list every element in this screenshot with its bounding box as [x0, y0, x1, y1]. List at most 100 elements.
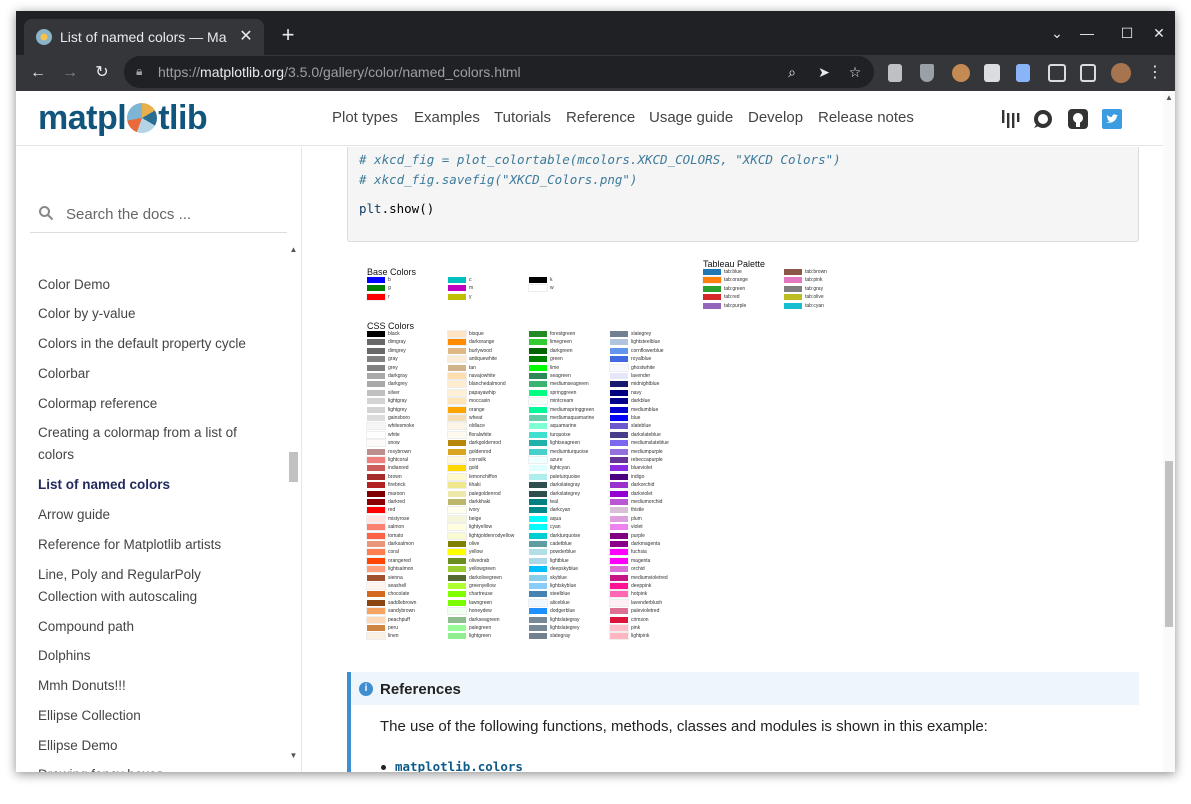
color-swatch	[610, 499, 628, 505]
color-swatch	[448, 499, 466, 505]
color-name-label: fuchsia	[631, 549, 647, 556]
maximize-icon[interactable]: ☐	[1117, 23, 1137, 43]
page-scroll-up-icon[interactable]: ▲	[1165, 94, 1173, 102]
twitter-icon[interactable]	[1101, 108, 1123, 130]
color-name-label: oldlace	[469, 423, 485, 430]
nav-develop[interactable]: Develop	[748, 109, 803, 126]
flask-extension-icon[interactable]	[1016, 64, 1030, 82]
sidebar-item-list-of-named-colors[interactable]: List of named colors	[38, 474, 278, 496]
sidebar-item-ellipse-demo[interactable]: Ellipse Demo	[38, 735, 278, 757]
color-swatch	[610, 532, 628, 539]
menu-kebab-icon[interactable]: ⋮	[1143, 61, 1167, 85]
color-swatch	[366, 556, 386, 565]
reader-extension-icon[interactable]	[888, 64, 902, 82]
minimize-icon[interactable]: —	[1077, 23, 1097, 43]
color-swatch	[610, 373, 628, 379]
page-scroll-thumb[interactable]	[1165, 461, 1173, 627]
sidebar-item-colors-default-cycle[interactable]: Colors in the default property cycle	[38, 333, 278, 355]
color-swatch	[610, 566, 628, 573]
color-swatch	[529, 339, 547, 346]
color-name-label: slateblue	[631, 423, 652, 430]
send-icon[interactable]: ➤	[814, 62, 834, 82]
sidebar-scroll-thumb[interactable]	[289, 452, 298, 482]
forward-icon[interactable]: →	[58, 61, 82, 85]
sidebar-item-colorbar[interactable]: Colorbar	[38, 363, 278, 385]
sidebar-item-arrow-guide[interactable]: Arrow guide	[38, 504, 278, 526]
color-name-label: darksalmon	[388, 541, 414, 547]
url-text[interactable]: https://matplotlib.org/3.5.0/gallery/col…	[158, 64, 521, 80]
discourse-icon[interactable]	[1032, 108, 1054, 130]
color-swatch	[610, 448, 628, 455]
cast-icon[interactable]	[1048, 64, 1066, 82]
color-name-label: lightblue	[550, 557, 569, 564]
reload-icon[interactable]: ↻	[90, 61, 114, 85]
color-swatch	[610, 524, 628, 531]
color-swatch	[448, 583, 466, 589]
puzzle-extension-icon[interactable]	[984, 64, 1000, 82]
named-colors-figure: Base Colors Tableau Palette CSS Colors b…	[347, 257, 847, 647]
page-scrollbar[interactable]: ▲	[1163, 91, 1175, 772]
color-name-label: steelblue	[550, 591, 571, 598]
sidebar-item-creating-colormap[interactable]: Creating a colormap from a list of color…	[38, 422, 253, 466]
sidebar-item-mmh-donuts[interactable]: Mmh Donuts!!!	[38, 675, 278, 697]
sidebar-item-reference-artists[interactable]: Reference for Matplotlib artists	[38, 534, 278, 556]
nav-tutorials[interactable]: Tutorials	[494, 109, 551, 126]
sidebar-item-color-demo[interactable]: Color Demo	[38, 274, 278, 296]
color-swatch	[366, 582, 386, 590]
color-swatch	[367, 448, 385, 455]
search-box[interactable]	[30, 195, 287, 233]
color-swatch	[529, 415, 547, 421]
browser-tab[interactable]: List of named colors — Ma ✕	[24, 19, 264, 55]
github-icon[interactable]	[1067, 108, 1089, 130]
sidebar-item-color-by-y-value[interactable]: Color by y-value	[38, 303, 278, 325]
tab-search-chevron-icon[interactable]: ⌄	[1047, 23, 1067, 43]
color-swatch	[366, 531, 386, 540]
address-bar[interactable]: 🔒︎ https://matplotlib.org/3.5.0/gallery/…	[124, 56, 874, 88]
sidebar-item-dolphins[interactable]: Dolphins	[38, 645, 278, 667]
color-swatch	[529, 465, 547, 472]
close-window-icon[interactable]: ✕	[1149, 23, 1169, 43]
scroll-up-arrow-icon[interactable]: ▲	[289, 245, 298, 254]
close-tab-icon[interactable]: ✕	[236, 27, 256, 47]
nav-reference[interactable]: Reference	[566, 109, 635, 126]
nav-release-notes[interactable]: Release notes	[818, 109, 914, 126]
color-name-label: palevioletred	[631, 608, 660, 615]
sidebar-item-drawing-fancy-boxes[interactable]: Drawing fancy boxes	[38, 764, 278, 772]
nav-plot-types[interactable]: Plot types	[332, 109, 398, 126]
color-swatch	[529, 431, 547, 438]
matplotlib-colors-link[interactable]: matplotlib.colors	[395, 759, 523, 772]
nav-usage-guide[interactable]: Usage guide	[649, 109, 733, 126]
bookmark-star-icon[interactable]: ☆	[845, 62, 865, 82]
nav-examples[interactable]: Examples	[414, 109, 480, 126]
back-icon[interactable]: ←	[26, 61, 50, 85]
color-swatch	[609, 598, 629, 607]
color-swatch	[529, 608, 547, 615]
gitter-icon[interactable]	[1000, 108, 1022, 130]
sidepanel-icon[interactable]	[1080, 64, 1096, 82]
sidebar-item-colormap-reference[interactable]: Colormap reference	[38, 393, 278, 415]
sidebar-item-line-poly-collection[interactable]: Line, Poly and RegularPoly Collection wi…	[38, 564, 238, 608]
sidebar-scrollbar[interactable]: ▲ ▼	[286, 242, 300, 769]
color-swatch	[784, 269, 802, 275]
sidebar-item-compound-path[interactable]: Compound path	[38, 616, 278, 638]
color-name-label: darkseagreen	[469, 616, 500, 623]
sidebar-item-ellipse-collection[interactable]: Ellipse Collection	[38, 705, 278, 727]
color-swatch	[529, 515, 547, 522]
new-tab-button[interactable]: +	[276, 23, 300, 47]
matplotlib-logo[interactable]: matpl tlib	[38, 99, 208, 138]
zoom-search-icon[interactable]: ⌕	[782, 62, 802, 82]
color-swatch	[529, 499, 547, 505]
shield-extension-icon[interactable]	[920, 64, 934, 82]
search-input[interactable]	[66, 203, 276, 225]
color-swatch	[366, 523, 386, 532]
color-name-label: antiquewhite	[469, 356, 498, 363]
color-name-label: lightslategray	[550, 616, 580, 623]
color-swatch	[367, 625, 385, 631]
color-swatch	[610, 616, 628, 623]
color-name-label: darkkhaki	[469, 499, 491, 505]
scroll-down-arrow-icon[interactable]: ▼	[289, 751, 298, 760]
profile-avatar[interactable]	[1111, 63, 1131, 83]
color-swatch	[367, 574, 385, 581]
avatar-extension-icon[interactable]	[952, 64, 970, 82]
color-name-label: tab:red	[724, 294, 740, 301]
